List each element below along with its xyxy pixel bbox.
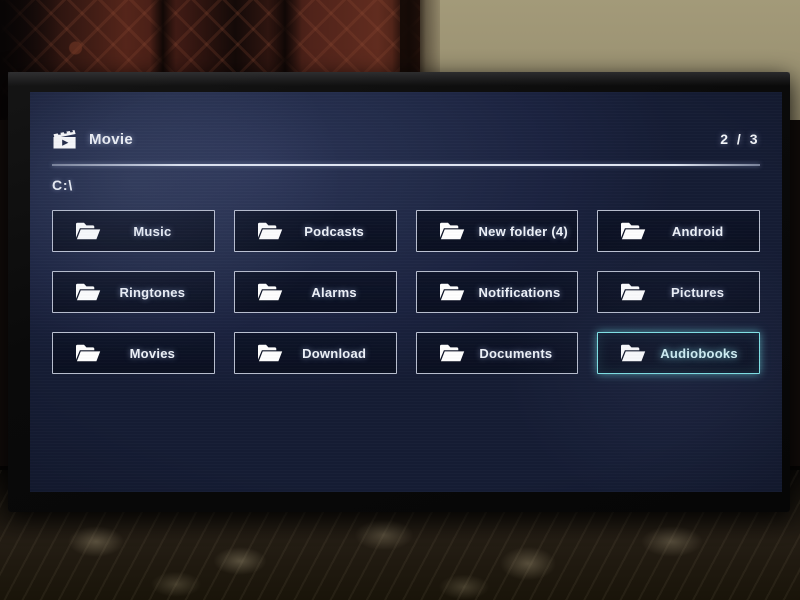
folder-icon	[76, 344, 101, 362]
folder-tile-android[interactable]: Android	[597, 210, 760, 252]
folder-icon	[621, 344, 646, 362]
header-title-group: Movie	[52, 128, 133, 150]
folder-label: Music	[133, 223, 172, 239]
folder-icon	[76, 283, 101, 301]
folder-label: New folder (4)	[478, 223, 568, 239]
folder-icon	[439, 222, 464, 240]
folder-label: Android	[671, 223, 724, 239]
folder-label: Audiobooks	[660, 345, 738, 361]
folder-label: Download	[302, 345, 367, 361]
folder-tile-podcasts[interactable]: Podcasts	[233, 210, 397, 252]
folder-tile-download[interactable]: Download	[233, 332, 397, 374]
folder-tile-audiobooks[interactable]: Audiobooks	[597, 332, 760, 374]
folder-icon	[621, 222, 646, 240]
folder-icon	[439, 283, 464, 301]
header-bar: Movie 2 / 3	[52, 124, 760, 154]
folder-label: Podcasts	[304, 223, 365, 239]
current-path: C:\	[52, 177, 74, 193]
tv-bezel-highlight	[8, 72, 790, 86]
folder-tile-ringtones[interactable]: Ringtones	[52, 271, 215, 313]
folder-icon	[621, 283, 646, 301]
page-indicator: 2 / 3	[720, 131, 760, 147]
folder-label: Notifications	[478, 284, 561, 300]
folder-tile-documents[interactable]: Documents	[415, 332, 579, 374]
folder-icon	[76, 222, 101, 240]
file-browser-ui: Movie 2 / 3 C:\ Music Podcasts New folde…	[30, 92, 782, 492]
header-divider	[52, 164, 760, 166]
folder-tile-alarms[interactable]: Alarms	[233, 271, 397, 313]
folder-icon	[257, 283, 282, 301]
photo-scene: Movie 2 / 3 C:\ Music Podcasts New folde…	[0, 0, 800, 600]
folder-tile-new-folder-4[interactable]: New folder (4)	[415, 210, 579, 252]
clapperboard-icon	[53, 129, 76, 149]
folder-label: Documents	[479, 345, 553, 361]
folder-label: Movies	[129, 345, 176, 361]
folder-tile-music[interactable]: Music	[52, 210, 215, 252]
folder-icon	[257, 344, 282, 362]
folder-label: Alarms	[311, 284, 357, 300]
folder-label: Ringtones	[119, 284, 186, 300]
tv-screen: Movie 2 / 3 C:\ Music Podcasts New folde…	[30, 92, 782, 492]
folder-icon	[257, 222, 282, 240]
folder-tile-movies[interactable]: Movies	[52, 332, 215, 374]
folder-tile-notifications[interactable]: Notifications	[415, 271, 579, 313]
television: Movie 2 / 3 C:\ Music Podcasts New folde…	[8, 72, 790, 512]
folder-icon	[439, 344, 464, 362]
folder-grid: Music Podcasts New folder (4) Android Ri…	[52, 210, 760, 374]
page-title: Movie	[89, 130, 134, 148]
folder-tile-pictures[interactable]: Pictures	[597, 271, 760, 313]
folder-label: Pictures	[670, 284, 725, 300]
